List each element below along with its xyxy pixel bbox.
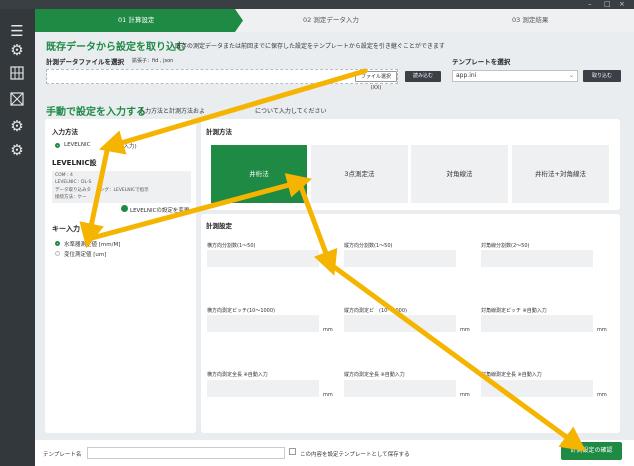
field-label: 対角線分割数(2〜50): [481, 243, 530, 249]
h-division-input[interactable]: [207, 250, 319, 267]
displacement-radio[interactable]: [55, 251, 60, 256]
settings-icon[interactable]: ⚙: [7, 116, 27, 136]
restore-button[interactable]: □: [604, 0, 611, 9]
save-template-checkbox[interactable]: [289, 448, 296, 455]
template-select-value: app.ini: [456, 72, 477, 79]
info-line: COM : 4: [55, 173, 73, 178]
method-3point-button[interactable]: 3点測定法: [311, 145, 408, 203]
method-diagonal-button[interactable]: 対角線法: [411, 145, 508, 203]
step-2-label[interactable]: 02 測定データ入力: [303, 9, 359, 32]
file-label: 計測データファイルを選択: [46, 58, 124, 66]
settings-icon[interactable]: ⚙: [7, 40, 27, 60]
level-value-label: 水準器測定値 [mm/M]: [64, 242, 121, 248]
unit-label: mm: [323, 327, 333, 333]
field-label: 横方向分割数(1〜50): [207, 243, 256, 249]
field-label: 縦方向分割数(1〜50): [344, 243, 393, 249]
diag-pitch-input[interactable]: [481, 315, 593, 332]
levelnic-settings-title: LEVELNIC設: [52, 159, 97, 167]
levelnic-radio-label-tail: ー入力): [118, 144, 137, 150]
field-label: 横方向測定ピッチ(10〜1000): [207, 308, 275, 314]
settings-icon[interactable]: ⚙: [7, 140, 27, 160]
file-ext-note: 拡張子：fid , json: [132, 58, 174, 64]
measure-settings-title: 計測設定: [206, 222, 232, 230]
field-label: 横方向測定全長 ※自動入力: [207, 372, 268, 378]
info-line: データ取り込みタ ミング：LEVELNICで指示: [55, 188, 149, 193]
diag-division-input[interactable]: [481, 250, 593, 267]
info-line: LEVELNIC : DL-S: [55, 180, 92, 185]
file-drop-area[interactable]: [46, 69, 398, 84]
levelnic-info-box: COM : 4 LEVELNIC : DL-S データ取り込みタ ミング：LEV…: [52, 171, 191, 203]
diag-length-input[interactable]: [481, 380, 593, 397]
levelnic-radio-label: LEVELNIC: [64, 142, 91, 148]
h-pitch-input[interactable]: [207, 315, 319, 332]
field-label: 縦方向測定ピ (10〜1000): [344, 308, 407, 314]
existing-section-desc: 既存の測定データまたは前回までに保存した設定をテンプレートから設定を引き継ぐこと…: [175, 43, 445, 50]
manual-section-title: 手動で設定を入力する: [46, 107, 146, 118]
crosshair-icon[interactable]: [7, 91, 27, 111]
measure-method-title: 計測方法: [206, 128, 232, 136]
file-select-button[interactable]: ファイル選択(XX): [355, 71, 397, 91]
input-method-title: 入力方法: [52, 128, 78, 136]
menu-icon[interactable]: ☰: [7, 21, 27, 41]
grid-icon[interactable]: [7, 65, 27, 85]
v-length-input[interactable]: [344, 380, 456, 397]
unit-label: mm: [460, 327, 470, 333]
manual-section-desc: 入力方法と計測方法およ: [139, 108, 206, 115]
unit-label: mm: [460, 392, 470, 398]
field-label: 対角線測定ピッチ ※自動入力: [481, 308, 547, 314]
step-3-label[interactable]: 03 測定結果: [512, 9, 548, 32]
method-combined-button[interactable]: 井桁法+対角線法: [512, 145, 609, 203]
confirm-settings-button[interactable]: 計測設定の確認: [561, 442, 622, 460]
chevron-down-icon: ⌄: [569, 72, 575, 79]
info-line: 接続方法：ケー: [55, 195, 87, 200]
v-division-input[interactable]: [344, 250, 456, 267]
close-button[interactable]: ×: [619, 0, 625, 9]
template-load-button[interactable]: 取り込む: [583, 70, 621, 82]
unit-label: mm: [597, 392, 607, 398]
step-1-label[interactable]: 01 計算設定: [118, 9, 154, 32]
key-input-title: キー入力: [52, 225, 80, 233]
existing-section-title: 既存データから設定を取り込む: [46, 42, 186, 53]
field-label: 対角線測定全長 ※自動入力: [481, 372, 542, 378]
displacement-label: 変位測定値 [um]: [64, 252, 107, 258]
unit-label: mm: [323, 392, 333, 398]
unit-label: mm: [597, 327, 607, 333]
method-igeta-button[interactable]: 井桁法: [211, 145, 307, 203]
save-template-label: この内容を設定テンプレートとして保存する: [300, 452, 410, 458]
gear-icon: [121, 205, 128, 212]
h-length-input[interactable]: [207, 380, 319, 397]
levelnic-radio[interactable]: [55, 143, 60, 148]
template-select[interactable]: app.ini: [452, 70, 578, 82]
template-name-label: テンプレート名: [43, 452, 82, 458]
load-button[interactable]: 読み込む: [405, 71, 441, 82]
levelnic-change-link[interactable]: LEVELNICの設定を変更: [130, 206, 189, 214]
level-value-radio[interactable]: [55, 241, 60, 246]
field-label: 縦方向測定全長 ※自動入力: [344, 372, 405, 378]
title-bar: [0, 0, 634, 9]
template-label: テンプレートを選択: [452, 58, 511, 66]
template-name-input[interactable]: [87, 447, 285, 459]
manual-section-desc-2: について入力してください: [255, 108, 327, 115]
minimize-button[interactable]: –: [588, 0, 592, 9]
v-pitch-input[interactable]: [344, 315, 456, 332]
